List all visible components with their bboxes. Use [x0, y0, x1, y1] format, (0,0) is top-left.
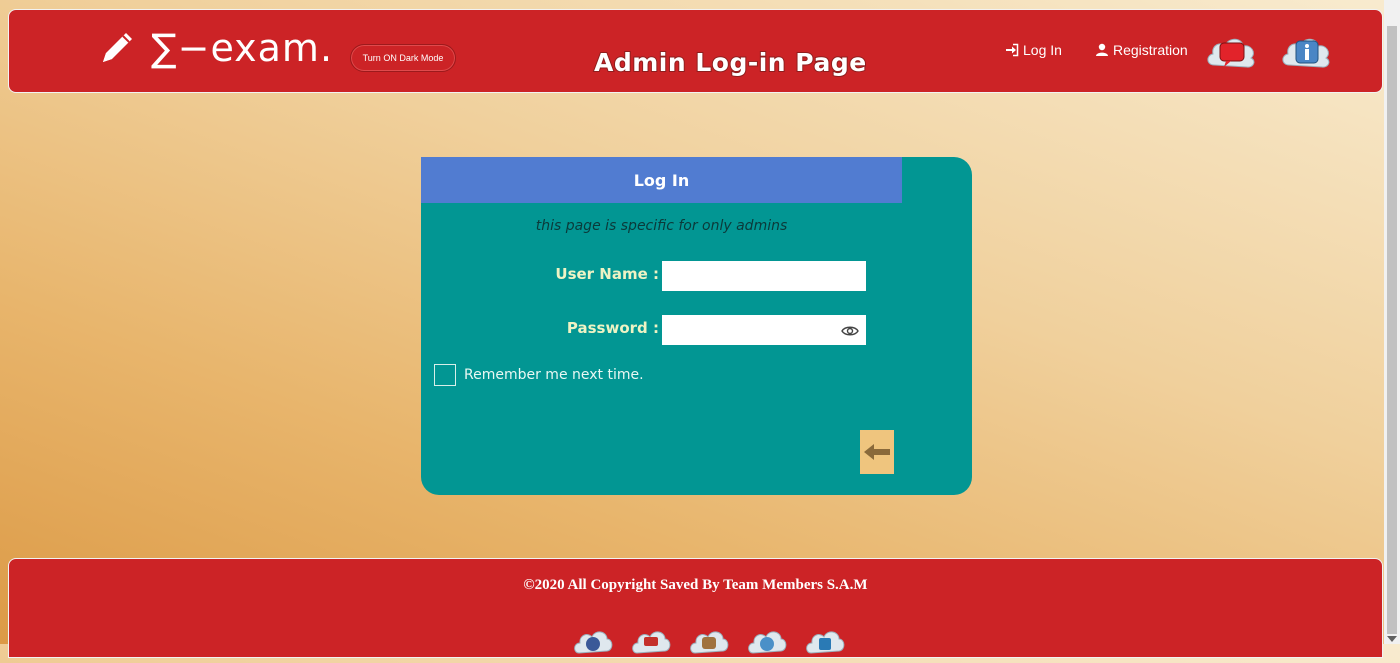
- scrollbar-thumb[interactable]: [1387, 26, 1397, 634]
- show-password-eye-icon[interactable]: [841, 324, 859, 338]
- instagram-icon[interactable]: [689, 623, 729, 663]
- nav-registration-link[interactable]: Registration: [1095, 42, 1188, 58]
- page-title: Admin Log-in Page: [593, 47, 867, 78]
- nav-login-label: Log In: [1023, 42, 1062, 58]
- nav-login-link[interactable]: Log In: [1005, 42, 1062, 58]
- social-links: [573, 623, 845, 663]
- remember-me-label: Remember me next time.: [464, 367, 644, 383]
- footer: ©2020 All Copyright Saved By Team Member…: [8, 558, 1383, 658]
- login-icon: [1006, 43, 1019, 57]
- linkedin-icon[interactable]: [805, 623, 845, 663]
- password-label: Password :: [566, 319, 659, 337]
- brand-name: ∑−exam.: [151, 26, 334, 70]
- scroll-down-arrow-icon[interactable]: [1387, 636, 1397, 642]
- username-input[interactable]: [662, 261, 866, 291]
- chat-cloud-icon[interactable]: [1204, 27, 1260, 77]
- login-card-heading: Log In: [421, 157, 902, 203]
- copyright-text: ©2020 All Copyright Saved By Team Member…: [523, 577, 868, 593]
- login-subtitle: this page is specific for only admins: [535, 218, 788, 234]
- login-card: Log In this page is specific for only ad…: [421, 157, 972, 495]
- youtube-icon[interactable]: [631, 623, 671, 663]
- login-submit-button[interactable]: [860, 430, 894, 474]
- arrow-left-icon: [864, 444, 890, 460]
- twitter-icon[interactable]: [747, 623, 787, 663]
- remember-me-checkbox[interactable]: [434, 364, 456, 386]
- info-cloud-icon[interactable]: [1279, 27, 1335, 77]
- password-input[interactable]: [662, 315, 866, 345]
- dark-mode-toggle-button[interactable]: Turn ON Dark Mode: [350, 44, 456, 72]
- nav-registration-label: Registration: [1113, 42, 1188, 58]
- user-icon: [1096, 43, 1108, 56]
- facebook-icon[interactable]: [573, 623, 613, 663]
- header: ∑−exam. Turn ON Dark Mode Admin Log-in P…: [8, 9, 1383, 93]
- scrollbar[interactable]: [1384, 0, 1400, 644]
- pencil-icon: [103, 33, 132, 62]
- username-label: User Name :: [555, 265, 659, 283]
- logo[interactable]: ∑−exam.: [97, 26, 333, 70]
